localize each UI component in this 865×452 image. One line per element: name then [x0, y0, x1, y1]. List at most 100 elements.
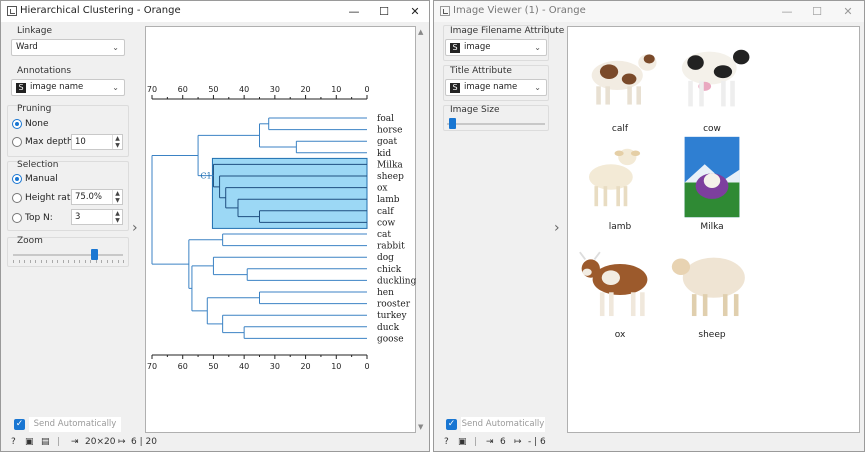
- chevron-right-icon[interactable]: ›: [554, 220, 560, 236]
- linkage-label: Linkage: [17, 26, 53, 36]
- title-attribute-dropdown[interactable]: Simage name ⌄: [445, 79, 547, 96]
- send-automatically-checkbox[interactable]: ✓: [14, 419, 25, 430]
- scroll-up-icon[interactable]: ▲: [418, 28, 423, 36]
- pruning-none-label: None: [25, 119, 49, 129]
- title-bar[interactable]: Hierarchical Clustering - Orange — ☐ ✕: [1, 1, 429, 22]
- minimize-icon[interactable]: —: [339, 3, 369, 20]
- dendrogram[interactable]: 70 60 50 40 30 20 10 070 60 50 40 30 20 10 0foalhorseg…: [146, 27, 417, 432]
- top-n-spinbox[interactable]: 3 ▲ ▼: [71, 209, 123, 225]
- zoom-tick: [90, 260, 91, 263]
- leaf-label: dog: [377, 253, 394, 263]
- leaf-label: Milka: [377, 160, 403, 170]
- image-viewer-window: Image Viewer (1) - Orange — ☐ ✕ Image Fi…: [433, 0, 865, 452]
- image-caption: Milka: [700, 222, 724, 232]
- image-size-label: Image Size: [450, 105, 500, 115]
- window-icon: [440, 6, 450, 16]
- image-size-slider-handle[interactable]: [448, 118, 456, 129]
- window-title: Image Viewer (1) - Orange: [453, 5, 586, 16]
- leaf-label: duck: [377, 323, 400, 333]
- help-icon[interactable]: ?: [444, 437, 449, 447]
- linkage-dropdown[interactable]: Ward ⌄: [11, 39, 125, 56]
- send-automatically-checkbox[interactable]: ✓: [446, 419, 457, 430]
- string-variable-icon: S: [450, 83, 460, 93]
- selection-manual-label: Manual: [25, 174, 58, 184]
- zoom-tick: [68, 260, 69, 263]
- dendrogram-canvas[interactable]: 70 60 50 40 30 20 10 0 70 60 50 40 30 20 10 0 foal horse g…: [145, 26, 417, 433]
- close-icon[interactable]: ✕: [833, 3, 863, 20]
- status-bar: ? ▣ ▤ | ⇥ 20×20 ↦ 6 | 20: [1, 435, 429, 451]
- spin-arrows-icon[interactable]: ▲ ▼: [112, 190, 122, 204]
- leaf-label: rooster: [377, 300, 411, 310]
- image-thumbnail[interactable]: cow: [664, 37, 760, 134]
- animal-image: [588, 148, 641, 207]
- pruning-max-depth-radio[interactable]: [12, 137, 22, 147]
- maximize-icon[interactable]: ☐: [802, 3, 832, 20]
- leaf-label: goat: [377, 137, 398, 147]
- leaf-label: goose: [377, 334, 404, 344]
- axis-tick-label: 70: [147, 85, 157, 94]
- axis-tick-label: 30: [270, 85, 280, 94]
- axis-tick-label: 0: [364, 362, 369, 371]
- zoom-tick: [51, 260, 53, 263]
- selection-height-ratio-radio[interactable]: [12, 193, 22, 203]
- leaf-label: duckling: [377, 276, 417, 286]
- zoom-slider-track[interactable]: [13, 254, 123, 256]
- pruning-none-radio[interactable]: [12, 119, 22, 129]
- height-ratio-spinbox[interactable]: 75.0% ▲ ▼: [71, 189, 123, 205]
- title-bar[interactable]: Image Viewer (1) - Orange — ☐ ✕: [434, 1, 864, 22]
- leaf-label: rabbit: [377, 242, 405, 252]
- image-thumbnail[interactable]: sheep: [664, 243, 760, 340]
- axis-tick-label: 60: [178, 362, 188, 371]
- annotations-dropdown[interactable]: Simage name ⌄: [11, 79, 125, 96]
- send-automatically-button[interactable]: Send Automatically: [29, 417, 121, 432]
- axis-tick-label: 10: [331, 85, 341, 94]
- save-icon[interactable]: ▣: [25, 437, 34, 447]
- axis-tick-label: 40: [239, 85, 249, 94]
- zoom-tick: [79, 260, 80, 263]
- animal-image: [684, 136, 740, 218]
- image-grid: calf cow lamb Milka ox sheep: [567, 26, 860, 433]
- image-caption: sheep: [698, 330, 726, 340]
- close-icon[interactable]: ✕: [400, 3, 430, 20]
- annotations-label: Annotations: [17, 66, 72, 76]
- spin-arrows-icon[interactable]: ▲ ▼: [112, 135, 122, 149]
- zoom-tick: [35, 260, 36, 263]
- maximize-icon[interactable]: ☐: [369, 3, 399, 20]
- image-thumbnail[interactable]: lamb: [572, 135, 668, 232]
- image-thumbnail[interactable]: ox: [572, 243, 668, 340]
- leaf-label: hen: [377, 288, 394, 298]
- zoom-tick: [117, 260, 119, 263]
- report-icon[interactable]: ▤: [41, 437, 50, 447]
- output-summary: 6 | 20: [131, 437, 157, 447]
- spin-arrows-icon[interactable]: ▲ ▼: [112, 210, 122, 224]
- help-icon[interactable]: ?: [11, 437, 16, 447]
- zoom-slider-handle[interactable]: [91, 249, 99, 260]
- vertical-scrollbar[interactable]: ▲ ▼: [416, 26, 426, 433]
- selected-cluster: [211, 157, 368, 229]
- axis-tick-label: 30: [270, 362, 280, 371]
- window-title: Hierarchical Clustering - Orange: [20, 5, 181, 16]
- leaf-label: horse: [377, 126, 402, 136]
- image-thumbnail[interactable]: Milka: [664, 135, 760, 232]
- input-summary: 6: [500, 437, 506, 447]
- zoom-tick: [101, 260, 102, 263]
- send-automatically-button[interactable]: Send Automatically: [461, 417, 545, 432]
- zoom-tick: [112, 260, 113, 263]
- image-thumbnail[interactable]: calf: [572, 37, 668, 134]
- max-depth-spinbox[interactable]: 10 ▲ ▼: [71, 134, 123, 150]
- minimize-icon[interactable]: —: [772, 3, 802, 20]
- selection-top-n-radio[interactable]: [12, 213, 22, 223]
- scroll-down-icon[interactable]: ▼: [418, 423, 423, 431]
- selection-manual-radio[interactable]: [12, 174, 22, 184]
- chevron-right-icon[interactable]: ›: [132, 220, 138, 236]
- image-caption: calf: [611, 124, 629, 134]
- hierarchical-clustering-window: Hierarchical Clustering - Orange — ☐ ✕ L…: [0, 0, 430, 452]
- filename-attribute-label: Image Filename Attribute: [450, 26, 565, 36]
- axis-tick-label: 70: [147, 362, 157, 371]
- zoom-tick: [57, 260, 58, 263]
- save-icon[interactable]: ▣: [458, 437, 467, 447]
- zoom-tick: [46, 260, 47, 263]
- image-size-slider-track[interactable]: [447, 123, 545, 125]
- filename-attribute-dropdown[interactable]: Simage ⌄: [445, 39, 547, 56]
- chevron-down-icon: ⌄: [534, 43, 541, 52]
